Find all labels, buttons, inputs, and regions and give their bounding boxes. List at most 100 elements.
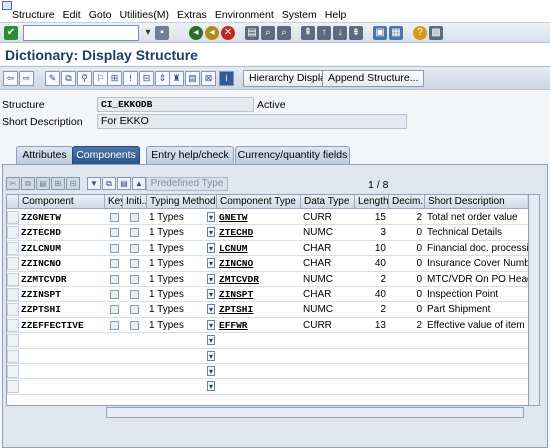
typing-method-cell[interactable]: 1 Types [147, 241, 207, 256]
layout-menu-icon[interactable]: ▩ [429, 26, 443, 40]
short-description-cell[interactable]: Part Shipment [425, 302, 529, 317]
predefined-type-button[interactable]: Predefined Type [146, 177, 228, 191]
table-row[interactable]: ZZMTCVDR 1 Types ▾ ZMTCVDR NUMC 2 0 MTC/VDR On … [7, 272, 539, 287]
find-icon[interactable]: ⌕ [261, 26, 275, 40]
shortcut-icon[interactable]: ▦ [389, 26, 403, 40]
decimals-cell[interactable]: 0 [389, 256, 425, 271]
key-checkbox[interactable] [110, 243, 119, 253]
back-icon[interactable]: ◂ [189, 26, 203, 40]
short-description-cell[interactable]: Inspection Point [425, 287, 529, 302]
cut-row-icon[interactable]: ✂ [6, 177, 20, 190]
length-cell[interactable]: 13 [355, 318, 389, 333]
col-header-component[interactable]: Component [19, 195, 105, 209]
length-cell[interactable]: 2 [355, 272, 389, 287]
short-description-cell[interactable]: Technical Details [425, 225, 529, 240]
row-selector[interactable] [7, 334, 19, 348]
typing-method-dropdown-icon[interactable]: ▾ [207, 381, 215, 392]
length-cell[interactable]: 2 [355, 302, 389, 317]
typing-method-dropdown-icon[interactable]: ▾ [207, 350, 215, 361]
tab-attributes[interactable]: Attributes [16, 146, 73, 164]
length-cell[interactable]: 10 [355, 241, 389, 256]
col-header-component-type[interactable]: Component Type [217, 195, 301, 209]
tab-currency-quantity-fields[interactable]: Currency/quantity fields [235, 146, 350, 164]
decimals-cell[interactable]: 0 [389, 287, 425, 302]
data-type-cell[interactable]: CHAR [301, 241, 355, 256]
decimals-cell[interactable]: 2 [389, 318, 425, 333]
initial-values-checkbox[interactable] [130, 305, 139, 315]
col-header-length[interactable]: Length [355, 195, 389, 209]
initial-values-checkbox[interactable] [130, 213, 139, 222]
check-icon[interactable]: ⚲ [77, 71, 92, 86]
col-header-data-type[interactable]: Data Type [301, 195, 355, 209]
help-icon[interactable]: ? [413, 26, 427, 40]
copy-row-icon[interactable]: ⧉ [21, 177, 35, 190]
row-selector[interactable] [7, 257, 19, 271]
component-type-cell[interactable]: EFFWR [217, 318, 301, 333]
table-row[interactable]: ▾ [7, 364, 539, 380]
short-description-cell[interactable]: Total net order value [425, 210, 529, 225]
graphic-icon[interactable]: ▤ [185, 71, 200, 86]
other-object-icon[interactable]: ⧉ [61, 71, 76, 86]
menu-goto[interactable]: Goto [89, 9, 112, 21]
reference-icon[interactable]: ⧉ [102, 177, 116, 190]
structure-nav-icon[interactable]: ▲ [132, 177, 146, 190]
enter-icon[interactable]: ✔ [4, 26, 18, 40]
test-icon[interactable]: ! [123, 71, 138, 86]
filter-icon[interactable]: ▼ [87, 177, 101, 190]
col-header-short-description[interactable]: Short Description [425, 195, 529, 209]
typing-method-dropdown-icon[interactable]: ▾ [207, 258, 215, 269]
key-checkbox[interactable] [110, 213, 119, 222]
menu-environment[interactable]: Environment [215, 9, 274, 21]
component-cell[interactable]: ZZMTCVDR [19, 272, 105, 287]
delete-row-icon[interactable]: ⊟ [66, 177, 80, 190]
initial-values-checkbox[interactable] [130, 259, 139, 269]
component-cell[interactable]: ZZINSPT [19, 287, 105, 302]
component-type-cell[interactable]: ZINSPT [217, 287, 301, 302]
typing-method-dropdown-icon[interactable]: ▾ [207, 242, 215, 253]
new-session-icon[interactable]: ▣ [373, 26, 387, 40]
component-cell[interactable]: ZZTECHD [19, 225, 105, 240]
next-page-icon[interactable]: ↓ [333, 26, 347, 40]
object-list-icon[interactable]: ⊟ [139, 71, 154, 86]
activate-icon[interactable]: ⚐ [93, 71, 108, 86]
tab-components[interactable]: Components [72, 146, 140, 164]
data-type-cell[interactable]: CURR [301, 210, 355, 225]
component-type-cell[interactable]: LCNUM [217, 241, 301, 256]
menu-system[interactable]: System [282, 9, 317, 21]
table-row[interactable]: ZZINSPT 1 Types ▾ ZINSPT CHAR 40 0 Inspection P… [7, 287, 539, 303]
info-icon[interactable]: i [219, 71, 234, 86]
typing-method-dropdown-icon[interactable]: ▾ [207, 335, 215, 346]
row-selector[interactable] [7, 241, 19, 255]
row-selector[interactable] [7, 349, 19, 363]
save-icon[interactable]: ▪ [155, 26, 169, 40]
table-row[interactable]: ZZINCNO 1 Types ▾ ZINCNO CHAR 40 0 Insurance Co… [7, 256, 539, 272]
col-header-initial[interactable]: Initi... [123, 195, 147, 209]
row-selector[interactable] [7, 380, 19, 394]
select-all-header[interactable] [7, 195, 19, 209]
key-checkbox[interactable] [110, 274, 119, 284]
vertical-scrollbar[interactable] [528, 194, 540, 406]
insert-row-icon[interactable]: ⊞ [51, 177, 65, 190]
row-selector[interactable] [7, 272, 19, 286]
typing-method-dropdown-icon[interactable]: ▾ [207, 289, 215, 299]
typing-method-cell[interactable]: 1 Types [147, 256, 207, 271]
component-cell[interactable]: ZZEFFECTIVE [19, 318, 105, 333]
command-field[interactable] [23, 25, 139, 41]
initial-values-checkbox[interactable] [130, 290, 139, 299]
horizontal-scrollbar[interactable] [106, 407, 524, 418]
data-type-cell[interactable]: CHAR [301, 256, 355, 271]
row-selector[interactable] [7, 211, 19, 224]
key-checkbox[interactable] [110, 305, 119, 315]
initial-values-checkbox[interactable] [130, 228, 139, 238]
component-cell[interactable]: ZZLCNUM [19, 241, 105, 256]
col-header-decimals[interactable]: Decim... [389, 195, 425, 209]
table-row[interactable]: ZZLCNUM 1 Types ▾ LCNUM CHAR 10 0 Financial doc… [7, 241, 539, 257]
forward-arrow-icon[interactable]: ⇨ [19, 71, 34, 86]
component-type-cell[interactable]: GNETW [217, 210, 301, 225]
typing-method-dropdown-icon[interactable]: ▾ [207, 304, 215, 315]
typing-method-dropdown-icon[interactable]: ▾ [207, 319, 215, 330]
length-cell[interactable]: 40 [355, 287, 389, 302]
component-type-cell[interactable]: ZINCNO [217, 256, 301, 271]
element-icon[interactable]: ▤ [117, 177, 131, 190]
key-checkbox[interactable] [110, 320, 119, 330]
